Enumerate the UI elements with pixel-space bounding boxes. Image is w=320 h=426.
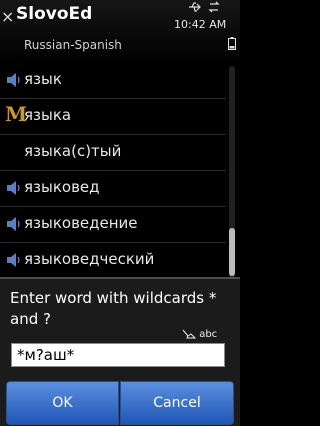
list-item-label: языка(с)тый bbox=[24, 142, 122, 160]
wildcard-search-dialog: Enter word with wildcards * and ? abc *м… bbox=[0, 277, 240, 426]
list-item[interactable]: языка(с)тый bbox=[0, 134, 226, 171]
sync-icon bbox=[208, 1, 220, 13]
usb-icon bbox=[189, 2, 201, 12]
dialog-prompt: Enter word with wildcards * and ? bbox=[10, 289, 217, 328]
list-item-label: языковед bbox=[24, 178, 100, 196]
cancel-button[interactable]: Cancel bbox=[120, 381, 234, 425]
close-icon[interactable]: × bbox=[1, 8, 14, 26]
speaker-icon[interactable] bbox=[6, 72, 22, 88]
input-mode-label: abc bbox=[199, 329, 218, 340]
predictive-text-icon bbox=[182, 329, 197, 339]
wildcard-input[interactable]: *м?аш* bbox=[11, 343, 225, 367]
list-item-label: языковедение bbox=[24, 214, 138, 232]
input-mode-indicator: abc bbox=[182, 329, 217, 340]
title-bar: × SlovoEd Russian-Spanish 10:42 AM bbox=[0, 0, 240, 62]
wildcard-input-value: *м?аш* bbox=[17, 346, 75, 364]
speaker-icon[interactable] bbox=[6, 252, 22, 268]
speaker-icon[interactable] bbox=[6, 216, 22, 232]
screen: × SlovoEd Russian-Spanish 10:42 AM язык … bbox=[0, 0, 240, 426]
app-title: SlovoEd bbox=[16, 4, 93, 24]
scrollbar-thumb[interactable] bbox=[229, 228, 235, 276]
battery-icon bbox=[228, 37, 236, 50]
clock: 10:42 AM bbox=[174, 18, 227, 31]
list-item-label: языковедческий bbox=[24, 250, 155, 268]
list-item[interactable]: языковедение bbox=[0, 206, 226, 243]
list-item-label: язык bbox=[24, 70, 62, 88]
list-item-label: языка bbox=[24, 106, 72, 124]
list-item[interactable]: язык bbox=[0, 62, 226, 99]
list-item[interactable]: языковедческий bbox=[0, 242, 226, 279]
dictionary-name: Russian-Spanish bbox=[24, 38, 122, 52]
list-item[interactable]: M языка bbox=[0, 98, 226, 135]
list-item[interactable]: языковед bbox=[0, 170, 226, 207]
ok-button[interactable]: OK bbox=[6, 381, 119, 425]
speaker-icon[interactable] bbox=[6, 180, 22, 196]
